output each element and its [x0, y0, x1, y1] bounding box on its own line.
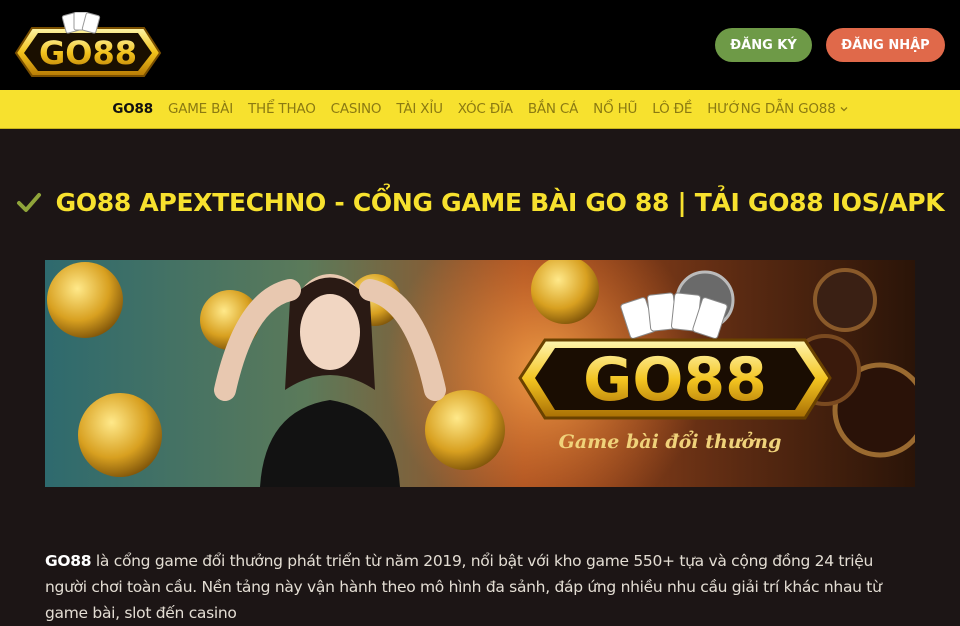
- nav-item-huong-dan[interactable]: HƯỚNG DẪN GO88: [700, 101, 855, 117]
- nav-item-tai-xiu[interactable]: TÀI XỈU: [389, 101, 450, 117]
- svg-text:Game bài đổi thưởng: Game bài đổi thưởng: [559, 429, 782, 453]
- nav-item-go88[interactable]: GO88: [105, 101, 161, 117]
- nav-item-the-thao[interactable]: THỂ THAO: [240, 101, 323, 117]
- nav-item-casino[interactable]: CASINO: [323, 101, 389, 117]
- intro-paragraph: GO88 là cổng game đổi thưởng phát triển …: [45, 548, 915, 626]
- page-title: GO88 APEXTECHNO - CỔNG GAME BÀI GO 88 | …: [55, 188, 945, 217]
- nav-item-game-bai[interactable]: GAME BÀI: [160, 101, 240, 117]
- hero-banner[interactable]: GO88 Game bài đổi thưởng: [45, 260, 915, 487]
- nav-item-no-hu[interactable]: NỔ HŨ: [586, 101, 645, 117]
- login-button[interactable]: ĐĂNG NHẬP: [826, 28, 945, 62]
- nav-item-huong-dan-label: HƯỚNG DẪN GO88: [707, 101, 836, 117]
- svg-text:GO88: GO88: [39, 34, 137, 72]
- chevron-down-icon: [840, 107, 848, 112]
- page-title-row: GO88 APEXTECHNO - CỔNG GAME BÀI GO 88 | …: [0, 188, 960, 217]
- intro-text: là cổng game đổi thưởng phát triển từ nă…: [45, 552, 882, 622]
- register-button[interactable]: ĐĂNG KÝ: [715, 28, 812, 62]
- check-icon: [16, 192, 41, 212]
- site-header: GO88 ĐĂNG KÝ ĐĂNG NHẬP: [0, 0, 960, 90]
- main-nav: GO88 GAME BÀI THỂ THAO CASINO TÀI XỈU XÓ…: [0, 90, 960, 129]
- nav-item-lo-de[interactable]: LÔ ĐỀ: [645, 101, 700, 117]
- go88-logo[interactable]: GO88: [14, 12, 162, 78]
- nav-item-xoc-dia[interactable]: XÓC ĐĨA: [450, 101, 520, 117]
- nav-item-ban-ca[interactable]: BẮN CÁ: [520, 101, 585, 117]
- svg-text:GO88: GO88: [583, 345, 767, 415]
- intro-brand: GO88: [45, 552, 92, 570]
